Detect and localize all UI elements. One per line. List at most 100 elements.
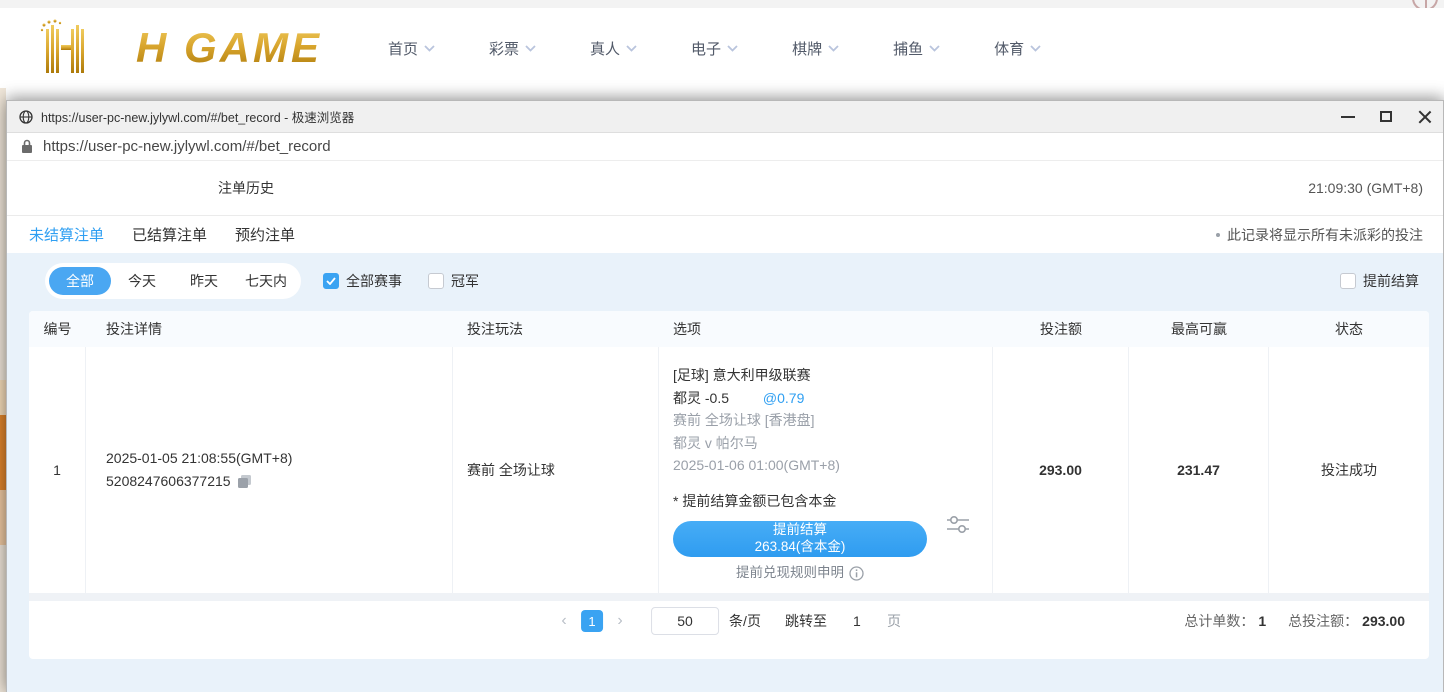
- nav-item-home[interactable]: 首页: [388, 38, 435, 59]
- chevron-down-icon: [525, 45, 536, 52]
- date-range-pills: 全部 今天 昨天 七天内: [45, 263, 301, 299]
- col-header-no: 编号: [29, 319, 86, 339]
- site-header: H GAME 首页 彩票 真人 电子 棋牌: [0, 8, 1444, 88]
- all-events-checkbox[interactable]: 全部赛事: [323, 271, 402, 291]
- col-header-play: 投注玩法: [453, 319, 659, 339]
- jump-page-input[interactable]: [837, 607, 877, 635]
- window-titlebar[interactable]: https://user-pc-new.jylywl.com/#/bet_rec…: [7, 101, 1443, 133]
- col-header-selection: 选项: [659, 319, 993, 339]
- browser-window: https://user-pc-new.jylywl.com/#/bet_rec…: [6, 100, 1444, 692]
- col-header-detail: 投注详情: [86, 319, 453, 339]
- selection-match: 都灵 v 帕尔马: [673, 432, 978, 455]
- col-header-max-win: 最高可赢: [1129, 319, 1269, 339]
- cashout-rules-link[interactable]: 提前兑现规则申明: [673, 562, 927, 585]
- selection-match-time: 2025-01-06 01:00(GMT+8): [673, 454, 978, 477]
- filter-row: 全部 今天 昨天 七天内 全部赛事 冠军 提前结算: [7, 253, 1443, 299]
- col-header-status: 状态: [1269, 319, 1429, 339]
- status-text: 投注成功: [1269, 347, 1429, 593]
- table-header: 编号 投注详情 投注玩法 选项 投注额 最高可赢 状态: [29, 311, 1429, 347]
- checkbox-unchecked-icon: [1340, 273, 1356, 289]
- next-page-icon[interactable]: ›: [613, 612, 627, 630]
- tab-settled[interactable]: 已结算注单: [132, 224, 207, 245]
- logo-bars-icon: [34, 19, 130, 77]
- pagination-row: ‹ 1 › 条/页 跳转至 页 总计单数：1 总投注额：293.00: [29, 601, 1429, 641]
- total-stake-value: 293.00: [1362, 613, 1405, 629]
- maximize-icon: [1380, 111, 1392, 122]
- logo-text: H GAME: [136, 24, 322, 72]
- per-page-label: 条/页: [729, 611, 761, 631]
- prev-page-icon[interactable]: ‹: [557, 612, 571, 630]
- nav-item-fishing[interactable]: 捕鱼: [893, 38, 940, 59]
- page-size-input[interactable]: [651, 607, 719, 635]
- bet-time: 2025-01-05 21:08:55(GMT+8): [106, 447, 292, 470]
- max-win-amount: 231.47: [1129, 347, 1269, 593]
- nav-item-live[interactable]: 真人: [590, 38, 637, 59]
- pill-seven-days[interactable]: 七天内: [235, 267, 297, 295]
- main-nav: 首页 彩票 真人 电子 棋牌 捕鱼: [388, 38, 1041, 59]
- page-unit-label: 页: [887, 611, 901, 631]
- sliders-icon[interactable]: [945, 511, 971, 544]
- col-header-stake: 投注额: [993, 319, 1129, 339]
- tabs: 未结算注单 已结算注单 预约注单: [29, 224, 295, 245]
- cashout-note: * 提前结算金额已包含本金: [673, 490, 978, 513]
- champion-checkbox[interactable]: 冠军: [428, 271, 479, 291]
- table-row: 1 2025-01-05 21:08:55(GMT+8) 52082476063…: [29, 347, 1429, 593]
- tabs-row: 未结算注单 已结算注单 预约注单 此记录将显示所有未派彩的投注: [7, 215, 1443, 253]
- selection-cell: [足球] 意大利甲级联赛 都灵 -0.5 @0.79 赛前 全场让球 [香港盘]…: [659, 347, 993, 593]
- stake-amount: 293.00: [993, 347, 1129, 593]
- globe-icon: [19, 110, 33, 124]
- tab-reserved[interactable]: 预约注单: [235, 224, 295, 245]
- top-strip: [0, 0, 1444, 8]
- bullet-dot-icon: [1216, 233, 1220, 237]
- content-area: 全部 今天 昨天 七天内 全部赛事 冠军 提前结算: [7, 253, 1443, 692]
- copy-icon[interactable]: [237, 474, 252, 489]
- chevron-down-icon: [727, 45, 738, 52]
- early-settle-checkbox[interactable]: 提前结算: [1340, 271, 1419, 291]
- minimize-icon: [1341, 116, 1355, 118]
- checkbox-unchecked-icon: [428, 273, 444, 289]
- selection-odds: @0.79: [763, 390, 804, 406]
- row-separator: [29, 593, 1429, 601]
- pill-today[interactable]: 今天: [111, 267, 173, 295]
- nav-item-lottery[interactable]: 彩票: [489, 38, 536, 59]
- chevron-down-icon: [929, 45, 940, 52]
- page-title: 注单历史: [218, 178, 274, 198]
- close-icon: [1418, 110, 1431, 123]
- row-number: 1: [29, 347, 86, 593]
- notice: 此记录将显示所有未派彩的投注: [1216, 225, 1423, 245]
- cashout-button[interactable]: 提前结算 263.84(含本金): [673, 521, 927, 557]
- bet-detail-cell: 2025-01-05 21:08:55(GMT+8) 5208247606377…: [86, 347, 453, 593]
- lock-icon: [21, 139, 33, 154]
- total-count-value: 1: [1258, 613, 1266, 629]
- minimize-button[interactable]: [1329, 102, 1367, 132]
- maximize-button[interactable]: [1367, 102, 1405, 132]
- bet-id: 5208247606377215: [106, 470, 231, 493]
- total-stake-label: 总投注额：: [1288, 613, 1358, 629]
- total-count-label: 总计单数：: [1184, 613, 1254, 629]
- selection-league: [足球] 意大利甲级联赛: [673, 364, 978, 387]
- chevron-down-icon: [424, 45, 435, 52]
- pill-all[interactable]: 全部: [49, 267, 111, 295]
- address-bar[interactable]: https://user-pc-new.jylywl.com/#/bet_rec…: [7, 133, 1443, 161]
- pagination-controls: ‹ 1 › 条/页 跳转至 页: [557, 607, 901, 635]
- tab-unsettled[interactable]: 未结算注单: [29, 224, 104, 245]
- play-type: 赛前 全场让球: [453, 347, 659, 593]
- totals: 总计单数：1 总投注额：293.00: [1184, 611, 1405, 631]
- selection-pick: 都灵 -0.5: [673, 390, 729, 406]
- address-url: https://user-pc-new.jylywl.com/#/bet_rec…: [43, 138, 331, 155]
- page-number-button[interactable]: 1: [581, 610, 603, 632]
- chevron-down-icon: [1030, 45, 1041, 52]
- pill-yesterday[interactable]: 昨天: [173, 267, 235, 295]
- close-button[interactable]: [1405, 102, 1443, 132]
- info-icon: [849, 566, 864, 581]
- nav-item-slots[interactable]: 电子: [691, 38, 738, 59]
- nav-item-sports[interactable]: 体育: [994, 38, 1041, 59]
- nav-item-cards[interactable]: 棋牌: [792, 38, 839, 59]
- clock: 21:09:30 (GMT+8): [1308, 180, 1423, 196]
- checkbox-checked-icon: [323, 273, 339, 289]
- jump-to-label: 跳转至: [785, 611, 827, 631]
- page-header: 注单历史 21:09:30 (GMT+8): [7, 161, 1443, 215]
- site-logo[interactable]: H GAME: [34, 19, 322, 77]
- window-title: https://user-pc-new.jylywl.com/#/bet_rec…: [41, 107, 354, 126]
- chevron-down-icon: [828, 45, 839, 52]
